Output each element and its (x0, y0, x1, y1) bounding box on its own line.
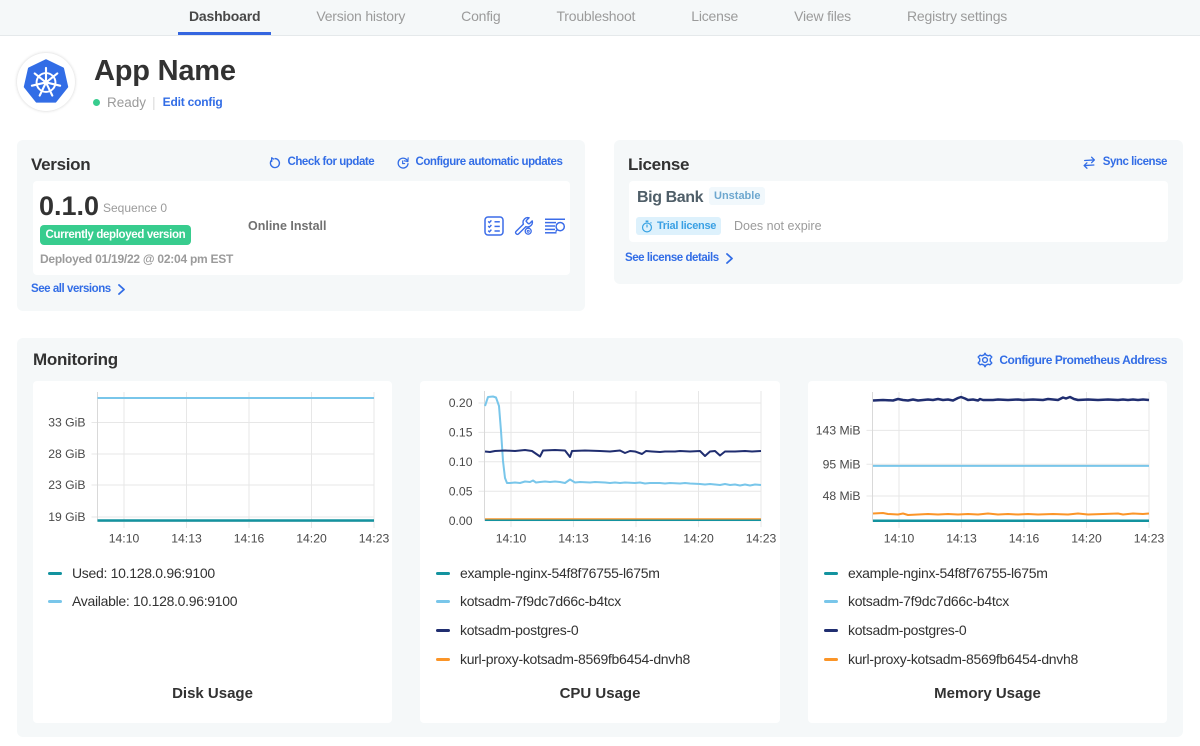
svg-text:14:20: 14:20 (683, 532, 714, 546)
svg-text:14:20: 14:20 (1071, 532, 1102, 546)
svg-text:14:23: 14:23 (746, 532, 777, 546)
svg-text:23 GiB: 23 GiB (48, 478, 85, 492)
svg-text:33 GiB: 33 GiB (48, 416, 85, 430)
svg-text:14:23: 14:23 (359, 532, 390, 546)
svg-text:28 GiB: 28 GiB (48, 447, 85, 461)
svg-text:19 GiB: 19 GiB (48, 510, 85, 524)
svg-text:14:16: 14:16 (234, 532, 265, 546)
svg-text:14:13: 14:13 (946, 532, 977, 546)
svg-text:95 MiB: 95 MiB (823, 458, 861, 472)
svg-text:0.05: 0.05 (449, 484, 473, 498)
svg-text:0.00: 0.00 (449, 514, 473, 528)
svg-text:14:13: 14:13 (171, 532, 202, 546)
svg-text:14:10: 14:10 (884, 532, 915, 546)
svg-text:14:16: 14:16 (1009, 532, 1040, 546)
svg-text:48 MiB: 48 MiB (823, 489, 861, 503)
svg-text:14:23: 14:23 (1134, 532, 1165, 546)
svg-text:14:13: 14:13 (558, 532, 589, 546)
svg-text:0.15: 0.15 (449, 426, 473, 440)
svg-text:14:16: 14:16 (621, 532, 652, 546)
svg-text:0.20: 0.20 (449, 396, 473, 410)
svg-text:0.10: 0.10 (449, 455, 473, 469)
svg-text:14:10: 14:10 (496, 532, 527, 546)
svg-text:14:20: 14:20 (296, 532, 327, 546)
svg-text:143 MiB: 143 MiB (816, 424, 861, 438)
svg-text:14:10: 14:10 (109, 532, 140, 546)
